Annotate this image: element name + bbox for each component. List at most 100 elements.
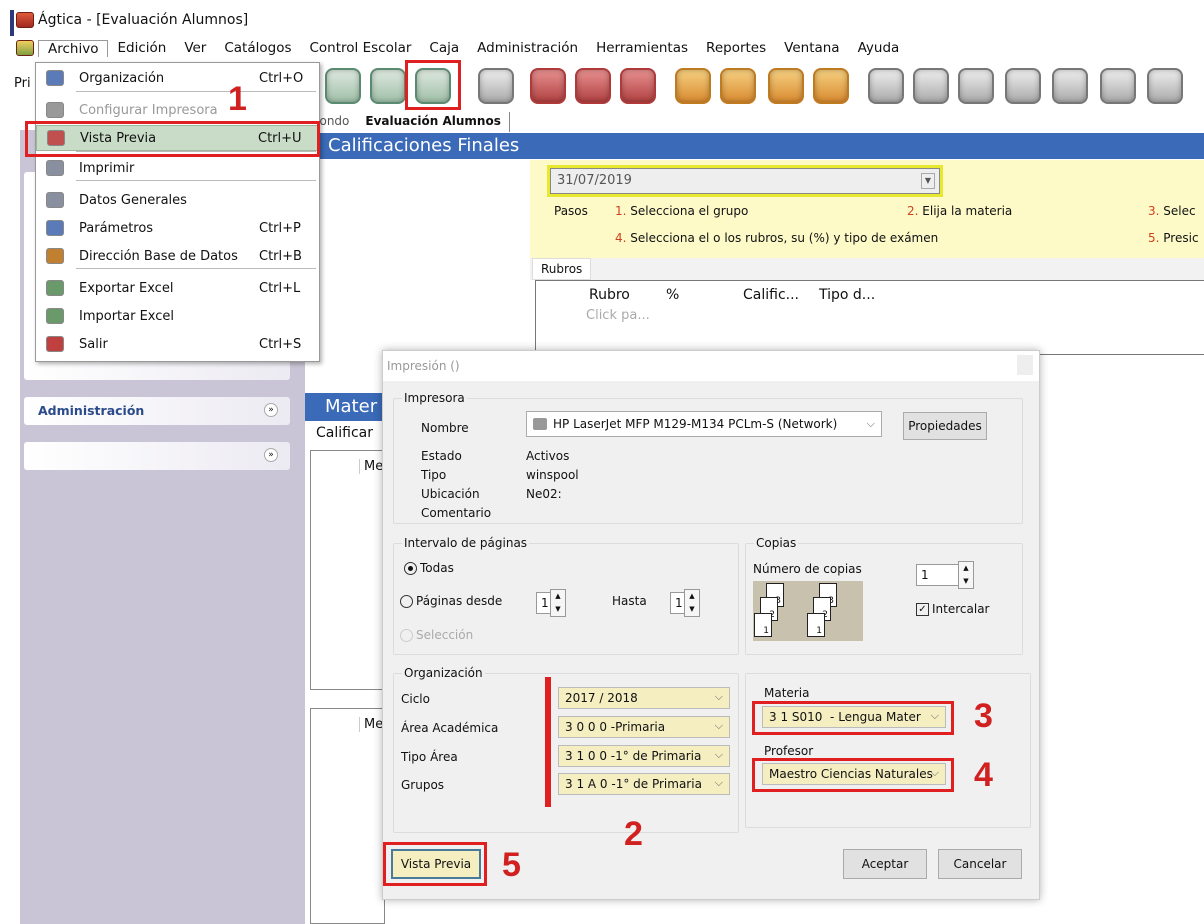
label: Nombre bbox=[421, 421, 469, 435]
printer-select[interactable]: HP LaserJet MFP M129-M134 PCLm-S (Networ… bbox=[526, 411, 882, 437]
rubros-grid[interactable]: Rubro % Calific... Tipo d... Click pa... bbox=[535, 280, 1204, 355]
menu-catálogos[interactable]: Catálogos bbox=[215, 40, 300, 56]
annotation-1: 1 bbox=[228, 80, 247, 118]
label: Materia bbox=[764, 686, 810, 700]
menu-item-configurar-impresora[interactable]: Configurar Impresora bbox=[36, 97, 319, 123]
report-5-icon[interactable] bbox=[1052, 68, 1088, 104]
report-3-icon[interactable] bbox=[958, 68, 994, 104]
menu-item-icon bbox=[46, 308, 64, 324]
report-1-icon[interactable] bbox=[868, 68, 904, 104]
menu-item-exportar-excel[interactable]: Exportar Excel Ctrl+L bbox=[36, 275, 319, 301]
id-card-icon[interactable] bbox=[620, 68, 656, 104]
tipo-area-select[interactable]: 3 1 0 0 -1° de Primaria ⌵ bbox=[558, 745, 730, 767]
menu-item-icon bbox=[46, 336, 64, 352]
copias-input[interactable]: 1 ▲ ▼ bbox=[916, 561, 974, 589]
step-4: 4. Selecciona el o los rubros, su (%) y … bbox=[615, 231, 939, 245]
materias-grid[interactable]: Me bbox=[310, 450, 385, 690]
propiedades-button[interactable]: Propiedades bbox=[903, 412, 987, 440]
column-header[interactable]: Tipo d... bbox=[819, 287, 875, 303]
report-4-icon[interactable] bbox=[1005, 68, 1041, 104]
todas-radio[interactable]: Todas bbox=[404, 561, 454, 575]
annotation-4: 4 bbox=[974, 756, 993, 794]
menu-item-salir[interactable]: Salir Ctrl+S bbox=[36, 331, 319, 357]
tab-rubros[interactable]: Rubros bbox=[532, 258, 592, 280]
value: winspool bbox=[526, 468, 579, 482]
seleccion-radio[interactable]: Selección bbox=[400, 628, 473, 642]
menu-item-imprimir[interactable]: Imprimir bbox=[36, 155, 319, 181]
step-5: 5. Presic bbox=[1148, 231, 1199, 245]
menu-reportes[interactable]: Reportes bbox=[697, 40, 775, 56]
menu-administración[interactable]: Administración bbox=[468, 40, 587, 56]
column-header[interactable]: Calific... bbox=[743, 287, 799, 303]
expand-icon[interactable]: » bbox=[264, 448, 278, 462]
sidebar-section-administracion[interactable]: Administración » bbox=[24, 397, 290, 425]
label: Ubicación bbox=[421, 487, 480, 501]
title-accent bbox=[10, 10, 14, 36]
dialog-title: Impresión () bbox=[387, 359, 460, 373]
menu-edición[interactable]: Edición bbox=[108, 40, 175, 56]
aceptar-button[interactable]: Aceptar bbox=[843, 849, 927, 879]
menu-item-parámetros[interactable]: Parámetros Ctrl+P bbox=[36, 215, 319, 241]
clock-icon[interactable] bbox=[370, 68, 406, 104]
hasta-input[interactable]: 1 ▲ ▼ bbox=[670, 589, 700, 617]
paginas-desde-radio[interactable]: Páginas desde bbox=[400, 594, 502, 608]
dropdown-icon[interactable]: ▼ bbox=[921, 173, 935, 189]
menu-item-organización[interactable]: Organización Ctrl+O bbox=[36, 65, 319, 91]
annotation-box-1 bbox=[25, 121, 320, 157]
intercalar-checkbox[interactable]: ✓ Intercalar bbox=[916, 602, 989, 616]
intervalo-group: Intervalo de páginas Todas Páginas desde… bbox=[393, 536, 739, 655]
menu-archivo[interactable]: Archivo bbox=[38, 39, 109, 57]
menu-item-importar-excel[interactable]: Importar Excel bbox=[36, 303, 319, 329]
menu-app-icon[interactable] bbox=[16, 40, 34, 56]
menu-item-label: Imprimir bbox=[79, 160, 135, 176]
area-select[interactable]: 3 0 0 0 -Primaria ⌵ bbox=[558, 716, 730, 738]
desde-input[interactable]: 1 ▲ ▼ bbox=[536, 589, 566, 617]
approve-icon[interactable] bbox=[720, 68, 756, 104]
students-icon[interactable] bbox=[530, 68, 566, 104]
tab-evaluacion-alumnos[interactable]: Evaluación Alumnos bbox=[357, 112, 510, 132]
report-7-icon[interactable] bbox=[1147, 68, 1183, 104]
column-header[interactable]: % bbox=[666, 287, 679, 303]
menu-item-datos-generales[interactable]: Datos Generales bbox=[36, 187, 319, 213]
new-row-placeholder[interactable]: Click pa... bbox=[586, 308, 650, 323]
check-icon[interactable] bbox=[813, 68, 849, 104]
menu-ayuda[interactable]: Ayuda bbox=[849, 40, 909, 56]
label: Hasta bbox=[612, 594, 647, 608]
spinner-arrows[interactable]: ▲ ▼ bbox=[550, 589, 566, 617]
menu-item-shortcut: Ctrl+B bbox=[259, 248, 302, 264]
menu-control-escolar[interactable]: Control Escolar bbox=[301, 40, 421, 56]
annotation-2: 2 bbox=[624, 815, 643, 853]
menu-item-icon bbox=[46, 280, 64, 296]
cancelar-button[interactable]: Cancelar bbox=[938, 849, 1022, 879]
date-picker[interactable]: 31/07/2019 ▼ bbox=[550, 168, 940, 194]
upload-icon[interactable] bbox=[768, 68, 804, 104]
students-grid[interactable]: Me bbox=[310, 708, 385, 924]
report-6-icon[interactable] bbox=[1100, 68, 1136, 104]
ciclo-select[interactable]: 2017 / 2018 ⌵ bbox=[558, 687, 730, 709]
label: Profesor bbox=[764, 744, 814, 758]
spinner-arrows[interactable]: ▲ ▼ bbox=[958, 561, 974, 589]
menu-separator bbox=[76, 180, 316, 181]
report-2-icon[interactable] bbox=[913, 68, 949, 104]
menu-item-label: Dirección Base de Datos bbox=[79, 248, 238, 264]
close-icon[interactable] bbox=[1017, 355, 1033, 375]
expand-icon[interactable]: » bbox=[264, 403, 278, 417]
calendar-icon[interactable] bbox=[478, 68, 514, 104]
label: Comentario bbox=[421, 506, 492, 520]
menu-caja[interactable]: Caja bbox=[420, 40, 468, 56]
app-icon bbox=[16, 12, 34, 28]
card-icon[interactable] bbox=[325, 68, 361, 104]
column-header[interactable]: Rubro bbox=[589, 287, 630, 303]
menu-herramientas[interactable]: Herramientas bbox=[587, 40, 697, 56]
chart-icon[interactable] bbox=[675, 68, 711, 104]
annotation-5: 5 bbox=[502, 846, 521, 884]
date-value: 31/07/2019 bbox=[557, 173, 632, 188]
menu-ventana[interactable]: Ventana bbox=[775, 40, 848, 56]
menu-ver[interactable]: Ver bbox=[175, 40, 215, 56]
sidebar-section[interactable]: » bbox=[24, 442, 290, 470]
group-icon[interactable] bbox=[575, 68, 611, 104]
spinner-arrows[interactable]: ▲ ▼ bbox=[684, 589, 700, 617]
menu-item-dirección-base-de-datos[interactable]: Dirección Base de Datos Ctrl+B bbox=[36, 243, 319, 269]
grupos-select[interactable]: 3 1 A 0 -1° de Primaria ⌵ bbox=[558, 773, 730, 795]
annotation-box-5 bbox=[383, 842, 487, 886]
